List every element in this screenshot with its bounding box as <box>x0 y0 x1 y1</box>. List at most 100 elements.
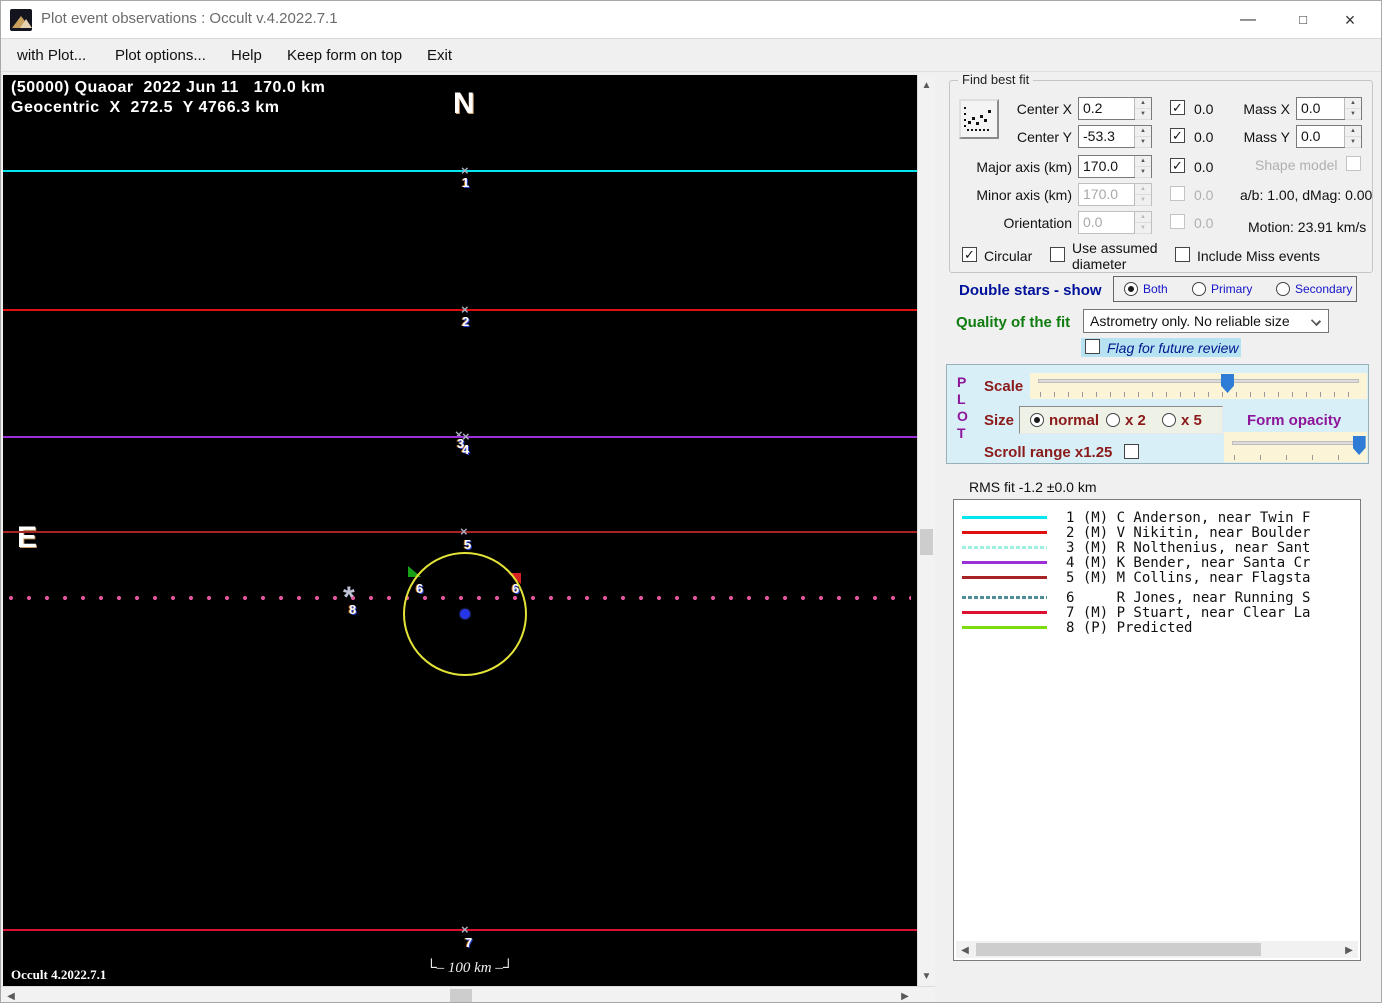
spinner-arrows-icon[interactable]: ▲ ▼ <box>1344 98 1361 120</box>
mass-spinner-1[interactable]: 0.0 ▲ ▼ <box>1296 97 1362 120</box>
flag-review-checkbox[interactable] <box>1085 339 1100 354</box>
legend-scroll-right-icon[interactable]: ▶ <box>1343 945 1355 956</box>
fbf-spinner-1[interactable]: 0.2 ▲ ▼ <box>1078 97 1152 120</box>
spin-up-icon[interactable]: ▲ <box>1345 98 1361 109</box>
scroll-up-icon[interactable]: ▲ <box>918 80 935 91</box>
spin-down-icon[interactable]: ▼ <box>1135 167 1151 178</box>
opacity-slider[interactable] <box>1224 432 1367 462</box>
plot-vertical-scrollbar[interactable]: ▲ ▼ <box>917 75 935 986</box>
legend-line-sample <box>962 531 1047 534</box>
spin-down-icon[interactable]: ▼ <box>1135 137 1151 148</box>
chord-number-5: 5 <box>464 537 472 552</box>
circular-checkbox[interactable]: ✓ <box>962 247 977 262</box>
event-x-marker-4: × <box>462 429 470 444</box>
size-radio-normal[interactable] <box>1030 413 1044 427</box>
spin-down-icon[interactable]: ▼ <box>1135 109 1151 120</box>
motion-label: Motion: 23.91 km/s <box>1248 219 1367 235</box>
size-option-label: x 2 <box>1125 412 1146 429</box>
app-window: Plot event observations : Occult v.4.202… <box>0 0 1382 1003</box>
plot-version-label: Occult 4.2022.7.1 <box>11 967 107 982</box>
vscroll-thumb[interactable] <box>920 529 933 555</box>
fbf-sigma-label: 0.0 <box>1194 101 1214 117</box>
spin-up-icon[interactable]: ▲ <box>1345 126 1361 137</box>
observer-legend-list[interactable]: 1 (M) C Anderson, near Twin F2 (M) V Nik… <box>953 499 1361 961</box>
fbf-spinner-2[interactable]: -53.3 ▲ ▼ <box>1078 125 1152 148</box>
legend-hscroll-thumb[interactable] <box>976 943 1261 956</box>
spin-down-icon: ▼ <box>1135 195 1151 206</box>
menu-item-plot-options[interactable]: Plot options... <box>109 44 212 68</box>
fbf-fix-checkbox-2[interactable]: ✓ <box>1170 128 1185 143</box>
scroll-range-checkbox[interactable] <box>1124 444 1139 459</box>
include-miss-checkbox[interactable] <box>1175 247 1190 262</box>
spin-up-icon[interactable]: ▲ <box>1135 98 1151 109</box>
chord-number-7: 7 <box>465 935 473 950</box>
legend-line-sample <box>962 576 1047 579</box>
plot-canvas[interactable]: (50000) Quaoar 2022 Jun 11 170.0 km Geoc… <box>3 75 917 986</box>
double-stars-radio-group: Both Primary Secondary <box>1113 276 1357 302</box>
plot-horizontal-scrollbar[interactable]: ◀ ▶ <box>1 986 935 1002</box>
menu-item-help[interactable]: Help <box>225 44 268 68</box>
legend-entry-text: 1 (M) C Anderson, near Twin F <box>1066 510 1311 526</box>
legend-scroll-left-icon[interactable]: ◀ <box>959 945 971 956</box>
mass-spinner-2[interactable]: 0.0 ▲ ▼ <box>1296 125 1362 148</box>
chord-number-8: 8 <box>349 602 357 617</box>
opacity-slider-track[interactable] <box>1232 441 1359 445</box>
spinner-arrows-icon[interactable]: ▲ ▼ <box>1134 98 1151 120</box>
legend-row-7: 7 (M) P Stuart, near Clear La <box>954 605 1360 621</box>
legend-entry-text: 3 (M) R Nolthenius, near Sant <box>1066 540 1311 556</box>
scale-slider-track[interactable] <box>1038 379 1359 383</box>
double-stars-radio-secondary[interactable] <box>1276 282 1290 296</box>
spin-up-icon: ▲ <box>1135 184 1151 195</box>
fbf-fix-checkbox-3[interactable]: ✓ <box>1170 158 1185 173</box>
fbf-fix-checkbox-5[interactable] <box>1170 214 1185 229</box>
scroll-left-icon[interactable]: ◀ <box>5 991 17 1002</box>
scroll-down-icon[interactable]: ▼ <box>918 971 935 982</box>
ab-dmag-label: a/b: 1.00, dMag: 0.00 <box>1240 187 1373 203</box>
use-assumed-checkbox[interactable] <box>1050 247 1065 262</box>
hscroll-thumb[interactable] <box>450 989 472 1002</box>
fbf-fix-checkbox-1[interactable]: ✓ <box>1170 100 1185 115</box>
mass-spinner-value: 0.0 <box>1301 128 1321 144</box>
double-stars-radio-both[interactable] <box>1124 282 1138 296</box>
scroll-right-icon[interactable]: ▶ <box>899 991 911 1002</box>
scale-slider[interactable] <box>1030 373 1367 399</box>
spin-down-icon[interactable]: ▼ <box>1345 109 1361 120</box>
double-stars-option-label: Both <box>1143 282 1168 296</box>
minimize-button[interactable]: — <box>1225 7 1271 33</box>
spin-up-icon[interactable]: ▲ <box>1135 156 1151 167</box>
size-radio-x5[interactable] <box>1162 413 1176 427</box>
spinner-arrows-icon[interactable]: ▲ ▼ <box>1134 126 1151 148</box>
close-button[interactable]: × <box>1327 7 1373 33</box>
legend-horizontal-scrollbar[interactable]: ◀ ▶ <box>956 941 1358 958</box>
maximize-button[interactable]: □ <box>1280 7 1326 33</box>
plot-controls-panel: PLOT Scale Size normal x 2 x 5 Form opacit… <box>946 364 1369 464</box>
mass-label: Mass Y <box>1243 129 1290 145</box>
opacity-slider-thumb[interactable] <box>1352 436 1366 455</box>
spin-up-icon[interactable]: ▲ <box>1135 126 1151 137</box>
scale-slider-thumb[interactable] <box>1220 374 1234 393</box>
fbf-row-label: Center Y <box>1017 129 1072 145</box>
size-option-label: x 5 <box>1181 412 1202 429</box>
legend-line-sample <box>962 596 1047 599</box>
spinner-arrows-icon[interactable]: ▲ ▼ <box>1344 126 1361 148</box>
legend-row-8: 8 (P) Predicted <box>954 620 1360 636</box>
event-x-marker-7: × <box>461 922 469 937</box>
quality-dropdown[interactable]: Astrometry only. No reliable size <box>1083 309 1329 333</box>
menu-item-exit[interactable]: Exit <box>421 44 458 68</box>
circular-label: Circular <box>984 248 1033 264</box>
size-radio-x2[interactable] <box>1106 413 1120 427</box>
legend-row-4: 4 (M) K Bender, near Santa Cr <box>954 555 1360 571</box>
use-assumed-label-1: Use assumed <box>1072 240 1158 256</box>
menu-item-with-plot[interactable]: with Plot... <box>11 44 92 68</box>
north-label: N <box>453 87 475 120</box>
spin-down-icon[interactable]: ▼ <box>1345 137 1361 148</box>
fbf-fix-checkbox-4[interactable] <box>1170 186 1185 201</box>
shape-model-checkbox[interactable] <box>1346 156 1361 171</box>
spinner-arrows-icon[interactable]: ▲ ▼ <box>1134 156 1151 178</box>
chord-number-1: 1 <box>462 175 470 190</box>
fbf-spinner-3[interactable]: 170.0 ▲ ▼ <box>1078 155 1152 178</box>
legend-entry-text: 8 (P) Predicted <box>1066 620 1193 636</box>
legend-entry-text: 7 (M) P Stuart, near Clear La <box>1066 605 1311 621</box>
menu-item-keep-form-on-top[interactable]: Keep form on top <box>281 44 408 68</box>
double-stars-radio-primary[interactable] <box>1192 282 1206 296</box>
